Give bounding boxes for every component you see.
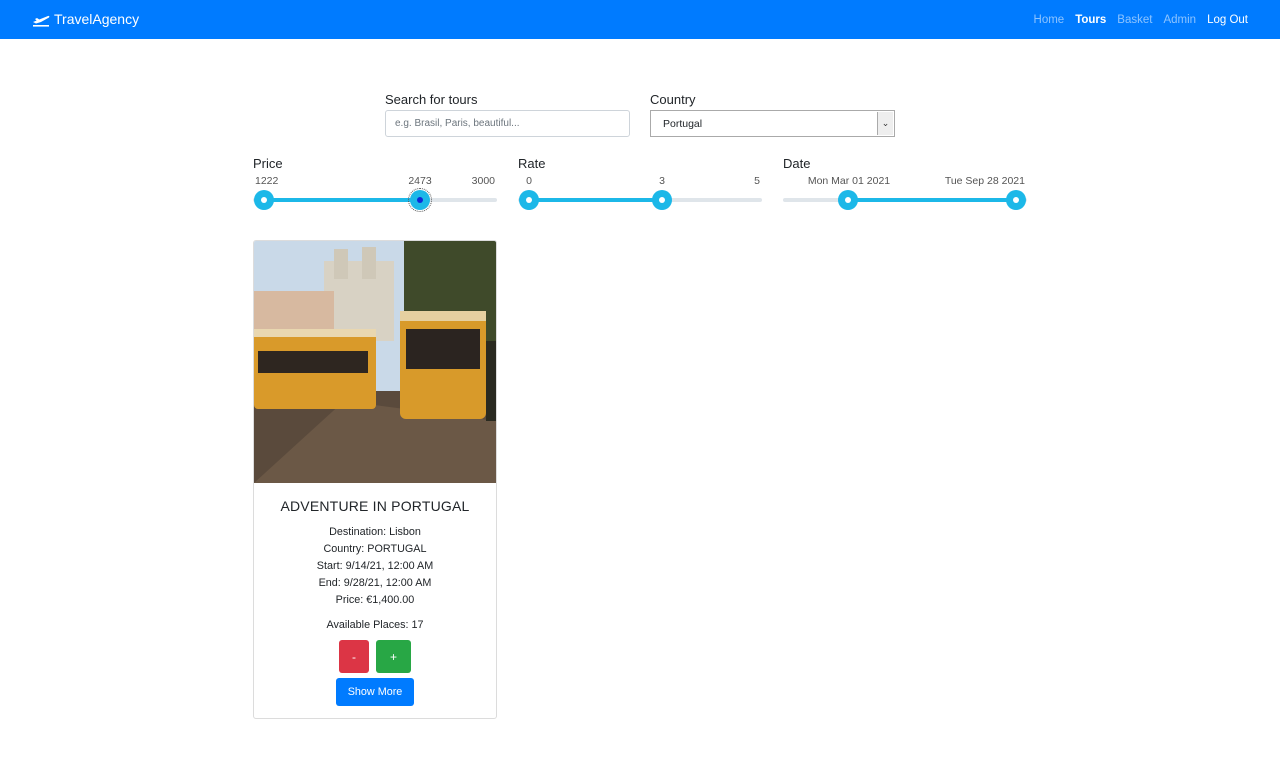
- tour-country: Country: PORTUGAL: [323, 543, 427, 555]
- date-low-label: Mon Mar 01 2021: [807, 175, 891, 187]
- date-high-label: Tue Sep 28 2021: [944, 175, 1025, 187]
- search-label: Search for tours: [385, 92, 478, 107]
- price-max-label: 3000: [471, 175, 495, 187]
- nav-logout[interactable]: Log Out: [1207, 14, 1248, 26]
- rate-max-label: 5: [754, 175, 760, 187]
- price-slider[interactable]: 1222 2473 3000: [253, 172, 497, 212]
- date-range-fill: [848, 198, 1016, 202]
- nav-basket[interactable]: Basket: [1117, 14, 1152, 26]
- price-low-handle[interactable]: [254, 190, 274, 210]
- price-label: Price: [253, 156, 283, 171]
- date-label: Date: [783, 156, 811, 171]
- rate-low-handle[interactable]: [519, 190, 539, 210]
- date-high-handle[interactable]: [1006, 190, 1026, 210]
- date-low-handle[interactable]: [838, 190, 858, 210]
- price-range-fill: [264, 198, 420, 202]
- country-label: Country: [650, 92, 696, 107]
- remove-place-button[interactable]: -: [339, 640, 369, 673]
- price-min-label: 1222: [255, 175, 279, 187]
- lisbon-tram-photo: [254, 241, 496, 483]
- tour-title: ADVENTURE IN PORTUGAL: [280, 498, 470, 514]
- rate-slider[interactable]: 0 3 5: [518, 172, 762, 212]
- rate-high-handle[interactable]: [652, 190, 672, 210]
- add-place-button[interactable]: +: [376, 640, 411, 673]
- nav-home[interactable]: Home: [1034, 14, 1065, 26]
- tour-end: End: 9/28/21, 12:00 AM: [318, 577, 432, 589]
- nav-tours[interactable]: Tours: [1075, 14, 1106, 26]
- tour-destination: Destination: Lisbon: [329, 526, 421, 538]
- chevron-down-icon[interactable]: ⌄: [877, 112, 893, 135]
- price-high-handle[interactable]: [408, 188, 432, 212]
- plane-icon: [33, 15, 50, 27]
- tour-start: Start: 9/14/21, 12:00 AM: [316, 560, 434, 572]
- date-slider[interactable]: Mon Mar 01 2021 Tue Sep 28 2021: [783, 172, 1027, 212]
- tour-card: ADVENTURE IN PORTUGAL Destination: Lisbo…: [253, 240, 497, 719]
- nav-admin[interactable]: Admin: [1163, 14, 1196, 26]
- brand-name: TravelAgency: [54, 11, 140, 27]
- brand-link[interactable]: TravelAgency: [32, 10, 139, 29]
- show-more-button[interactable]: Show More: [336, 678, 414, 706]
- rate-high-label: 3: [659, 175, 665, 187]
- price-high-label: 2473: [408, 175, 432, 187]
- navbar: TravelAgency Home Tours Basket Admin Log…: [0, 0, 1280, 39]
- rate-min-label: 0: [526, 175, 532, 187]
- rate-range-fill: [529, 198, 662, 202]
- tour-price: Price: €1,400.00: [335, 594, 415, 606]
- tour-details: Destination: Lisbon Country: PORTUGAL St…: [254, 524, 496, 609]
- search-input[interactable]: [385, 110, 630, 137]
- nav-links: Home Tours Basket Admin Log Out: [1034, 0, 1248, 39]
- quantity-buttons: - +: [254, 640, 496, 673]
- country-select[interactable]: Portugal ⌄: [650, 110, 895, 137]
- tour-available-places: Available Places: 17: [326, 619, 424, 631]
- rate-label: Rate: [518, 156, 546, 171]
- country-selected: Portugal: [663, 117, 703, 130]
